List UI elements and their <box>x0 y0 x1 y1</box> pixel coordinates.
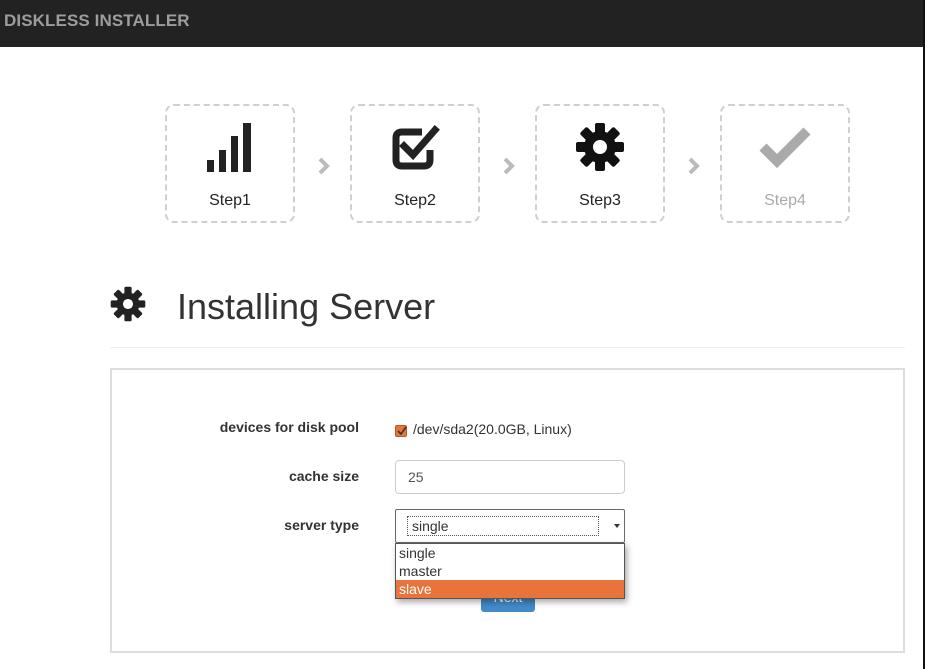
server-type-label: server type <box>284 517 359 533</box>
chevron-right-icon <box>688 157 700 175</box>
signal-bars-icon <box>167 120 293 174</box>
cache-size-label: cache size <box>288 468 359 484</box>
chevron-right-icon <box>318 157 330 175</box>
top-navbar: DISKLESS INSTALLER <box>0 0 925 47</box>
check-square-icon <box>352 120 478 174</box>
step-2-card[interactable]: Step2 <box>350 104 480 223</box>
gear-icon <box>537 120 663 174</box>
server-type-dropdown: single master slave <box>395 543 625 599</box>
step-4-card[interactable]: Step4 <box>720 104 850 223</box>
disk-pool-checkbox[interactable] <box>395 425 407 437</box>
page-title: Installing Server <box>177 286 436 327</box>
step-4-label: Step4 <box>764 192 806 209</box>
step-1-card[interactable]: Step1 <box>165 104 295 223</box>
cache-size-value: 25 <box>408 469 424 485</box>
step-1-label: Step1 <box>209 192 251 209</box>
step-3-card[interactable]: Step3 <box>535 104 665 223</box>
form-panel: devices for disk pool /dev/sda2(20.0GB, … <box>110 368 905 653</box>
cache-size-input[interactable]: 25 <box>395 460 625 494</box>
option-slave[interactable]: slave <box>396 580 624 598</box>
disk-pool-label: devices for disk pool <box>219 419 359 435</box>
checkmark-icon <box>722 120 848 174</box>
server-type-select[interactable]: single <box>395 509 625 543</box>
dropdown-arrow-icon[interactable] <box>614 524 620 528</box>
chevron-right-icon <box>503 157 515 175</box>
gear-icon <box>110 286 146 322</box>
app-brand[interactable]: DISKLESS INSTALLER <box>4 11 190 31</box>
page-header: Installing Server <box>110 280 905 348</box>
step-2-label: Step2 <box>394 192 436 209</box>
option-master[interactable]: master <box>396 562 624 580</box>
server-type-selected: single <box>407 516 599 536</box>
step-3-label: Step3 <box>579 192 621 209</box>
disk-pool-device: /dev/sda2(20.0GB, Linux) <box>413 421 572 437</box>
option-single[interactable]: single <box>396 544 624 562</box>
check-icon <box>397 426 407 436</box>
